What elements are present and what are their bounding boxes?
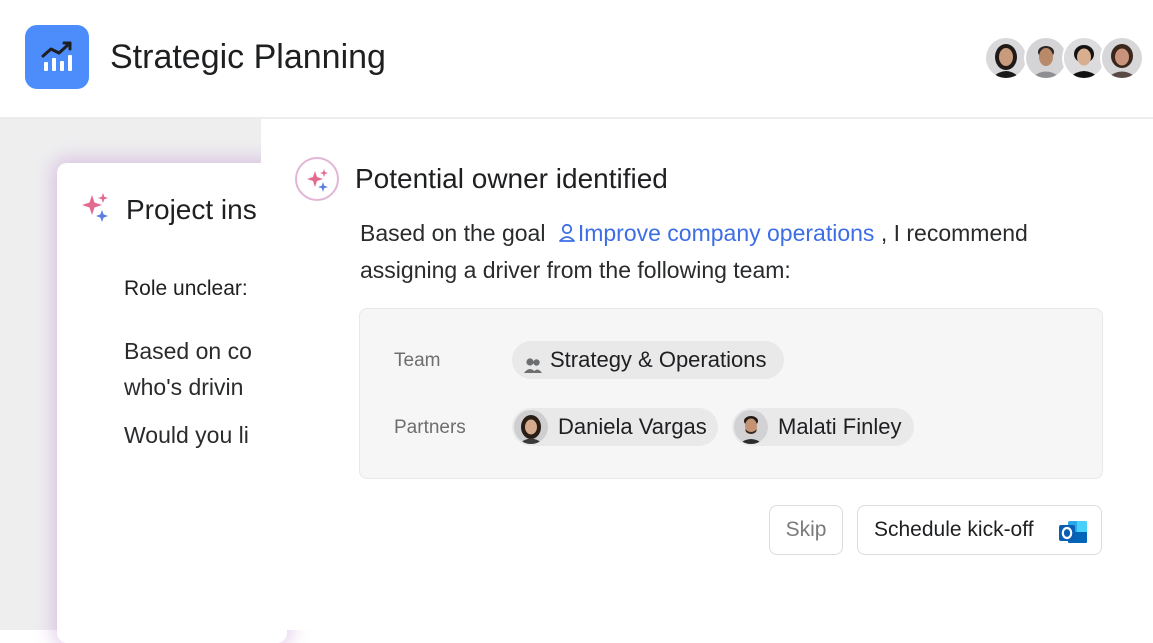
ai-sparkle-icon (295, 157, 339, 201)
body-prefix: Based on the goal (360, 220, 546, 246)
partner-avatar (514, 410, 548, 444)
goal-person-icon (558, 223, 575, 242)
team-icon (523, 350, 543, 388)
card-paragraph: Based on co who's drivin (124, 333, 252, 405)
body-suffix: , I recommend (880, 220, 1028, 246)
partner-name: Malati Finley (778, 414, 902, 439)
trending-chart-icon[interactable] (25, 25, 89, 89)
partner-chip[interactable]: Daniela Vargas (512, 408, 718, 446)
project-header: Strategic Planning (0, 0, 1153, 119)
partners-label: Partners (394, 417, 466, 438)
partner-avatar (734, 410, 768, 444)
skip-button[interactable]: Skip (769, 505, 843, 555)
team-label: Team (394, 350, 441, 371)
partner-name: Daniela Vargas (558, 414, 707, 439)
project-insights-card: Project ins Role unclear: Based on co wh… (57, 163, 287, 643)
avatar[interactable] (984, 36, 1028, 80)
panel-title: Potential owner identified (355, 163, 668, 194)
avatar[interactable] (1100, 36, 1144, 80)
schedule-kickoff-button[interactable]: Schedule kick-off (857, 505, 1102, 555)
card-question: Would you li (124, 422, 249, 448)
team-info-box: Team Strategy & Operations Partners Dani… (359, 308, 1103, 479)
goal-link[interactable]: Improve company operations (552, 220, 875, 246)
card-paragraph-line: who's drivin (124, 374, 244, 400)
card-title: Project ins (126, 194, 257, 225)
outlook-icon (1058, 517, 1088, 565)
schedule-kickoff-label: Schedule kick-off (874, 518, 1034, 541)
member-avatars[interactable] (984, 36, 1144, 80)
role-label: Role unclear: (124, 277, 248, 300)
owner-recommendation-panel: Potential owner identified Based on the … (261, 119, 1153, 630)
body-line-2: assigning a driver from the following te… (360, 257, 791, 283)
goal-link-text[interactable]: Improve company operations (578, 220, 875, 246)
team-name: Strategy & Operations (550, 347, 767, 372)
recommendation-text: Based on the goal Improve company operat… (360, 215, 1120, 289)
team-chip[interactable]: Strategy & Operations (512, 341, 784, 379)
partner-chip[interactable]: Malati Finley (732, 408, 914, 446)
card-paragraph-line: Based on co (124, 338, 252, 364)
sparkle-icon (81, 191, 111, 228)
page-title: Strategic Planning (110, 38, 386, 76)
